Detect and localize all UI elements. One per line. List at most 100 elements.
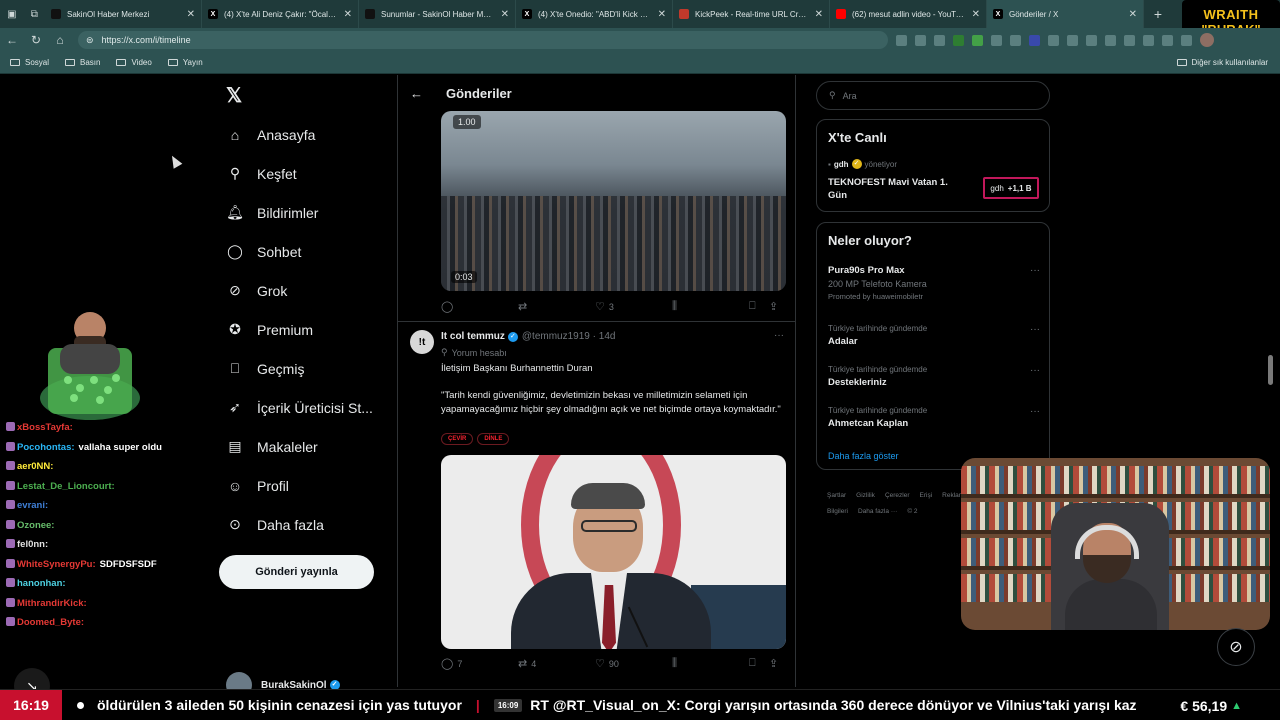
back-arrow-icon[interactable]: ← <box>410 86 424 101</box>
avatar[interactable]: !t <box>410 330 434 354</box>
search-input[interactable]: ⚲ Ara <box>816 81 1050 110</box>
tweet-photo[interactable] <box>441 455 786 649</box>
author-handle[interactable]: @temmuz1919 · 14d <box>522 331 616 342</box>
post-button[interactable]: Gönderi yayınla <box>219 555 374 589</box>
close-tab-icon[interactable]: ✕ <box>815 9 823 20</box>
browser-tab[interactable]: X Gönderiler / X ✕ <box>987 0 1144 28</box>
chat-username[interactable]: MithrandirKick: <box>17 598 87 609</box>
chat-username[interactable]: Pocohontas: <box>17 442 75 453</box>
like-button[interactable]: ♡ 3 <box>595 300 672 313</box>
reply-button[interactable]: ◯ <box>441 300 518 313</box>
chat-username[interactable]: fel0nn: <box>17 539 48 550</box>
bookmark-basin[interactable]: Basın <box>65 58 100 67</box>
browser-tab[interactable]: (62) mesut adlin video - YouTube ✕ <box>830 0 987 28</box>
chat-username[interactable]: evrani: <box>17 500 48 511</box>
more-options-icon[interactable]: ··· <box>1030 406 1040 417</box>
more-options-icon[interactable]: ··· <box>774 330 784 341</box>
bookmark-yayin[interactable]: Yayın <box>167 58 203 67</box>
more-options-icon[interactable]: ··· <box>1030 265 1040 276</box>
tab-list-icon[interactable]: ▣ <box>7 9 16 20</box>
nav-item-daha-fazla[interactable]: ⊙ Daha fazla <box>226 505 373 544</box>
footer-link[interactable]: © 2 <box>907 508 917 515</box>
chat-username[interactable]: Lestat_De_Lioncourt: <box>17 481 115 492</box>
extension-icon[interactable] <box>1086 34 1097 46</box>
extension-icon[interactable] <box>991 34 1002 46</box>
chat-username[interactable]: WhiteSynergyPu: <box>17 559 96 570</box>
bookmark-button[interactable]: ⎕ <box>749 657 769 670</box>
repost-button[interactable]: ⇄ <box>518 300 595 313</box>
extension-icon[interactable] <box>934 34 945 46</box>
extension-icon[interactable] <box>1048 34 1059 46</box>
grok-button-icon[interactable]: ⊘ <box>1217 628 1255 666</box>
new-tab-button[interactable]: + <box>1144 6 1172 22</box>
tweet-video[interactable]: 1.00 0:03 <box>441 111 786 291</box>
footer-link[interactable]: Gizlilik <box>856 492 875 499</box>
extension-icon[interactable] <box>896 34 907 46</box>
nav-item-i-çerik-üreticisi-st-[interactable]: ➶ İçerik Üreticisi St... <box>226 388 373 427</box>
share-button[interactable]: ⇪ <box>769 300 778 313</box>
nav-item-anasayfa[interactable]: ⌂ Anasayfa <box>226 115 373 154</box>
collections-icon[interactable]: ⧉ <box>31 9 38 20</box>
live-host[interactable]: ▪ gdh ✓ yönetiyor <box>828 159 897 169</box>
bookmark-sosyal[interactable]: Sosyal <box>10 58 49 67</box>
chat-username[interactable]: Ozonee: <box>17 520 54 531</box>
home-button-icon[interactable]: ⌂ <box>48 33 72 47</box>
chat-username[interactable]: aer0NN: <box>17 461 53 472</box>
like-button[interactable]: ♡ 90 <box>595 657 672 670</box>
extension-icon[interactable] <box>953 34 964 46</box>
repost-button[interactable]: ⇄ 4 <box>518 657 595 670</box>
chat-username[interactable]: hanonhan: <box>17 578 66 589</box>
close-tab-icon[interactable]: ✕ <box>658 9 666 20</box>
bookmark-button[interactable]: ⎕ <box>749 300 769 313</box>
close-tab-icon[interactable]: ✕ <box>972 9 980 20</box>
live-listener-count[interactable]: gdh +1,1 B <box>983 177 1039 199</box>
trend-item[interactable]: Türkiye tarihinde gündemde Ahmetcan Kapl… <box>828 406 1040 429</box>
trend-item[interactable]: Türkiye tarihinde gündemde Destekleriniz… <box>828 365 1040 388</box>
nav-item-profil[interactable]: ☺ Profil <box>226 466 373 505</box>
footer-link[interactable]: Daha fazla ··· <box>858 508 897 515</box>
close-tab-icon[interactable]: ✕ <box>501 9 509 20</box>
author-name[interactable]: It col temmuz <box>441 331 505 342</box>
extension-icon[interactable] <box>1105 34 1116 46</box>
footer-link[interactable]: Erişi <box>920 492 933 499</box>
browser-tab[interactable]: KickPeek - Real-time URL Crawler ✕ <box>673 0 830 28</box>
extension-icon[interactable] <box>1181 34 1192 46</box>
extension-icon[interactable] <box>1067 34 1078 46</box>
x-logo-icon[interactable]: 𝕏 <box>226 83 246 107</box>
chat-username[interactable]: Doomed_Byte: <box>17 617 84 628</box>
nav-item-premium[interactable]: ✪ Premium <box>226 310 373 349</box>
close-tab-icon[interactable]: ✕ <box>344 9 352 20</box>
reload-icon[interactable]: ↻ <box>24 33 48 47</box>
close-tab-icon[interactable]: ✕ <box>187 9 195 20</box>
views-button[interactable]: ⫼ <box>672 657 749 670</box>
footer-link[interactable]: Şartlar <box>827 492 846 499</box>
extension-icon[interactable] <box>1162 34 1173 46</box>
nav-item-grok[interactable]: ⊘ Grok <box>226 271 373 310</box>
other-bookmarks[interactable]: Diğer sık kullanılanlar <box>1176 58 1268 67</box>
trend-item-promoted[interactable]: Pura90s Pro Max 200 MP Telefoto Kamera P… <box>828 265 1040 301</box>
tab-controls[interactable]: ▣ ⧉ <box>0 0 45 28</box>
back-icon[interactable]: ← <box>0 33 24 47</box>
extension-icon[interactable] <box>1143 34 1154 46</box>
extension-icon[interactable] <box>1010 34 1021 46</box>
extension-icon[interactable] <box>972 34 983 46</box>
extension-icon[interactable] <box>1029 34 1040 46</box>
nav-item-sohbet[interactable]: ◯ Sohbet <box>226 232 373 271</box>
browser-tab[interactable]: Sunumlar - SakinOl Haber Merkezi ✕ <box>359 0 516 28</box>
extension-icon[interactable] <box>915 34 926 46</box>
extension-icon[interactable] <box>1124 34 1135 46</box>
browser-tab[interactable]: X (4) X'te Onedio: "ABD'li Kick yayı ✕ <box>516 0 673 28</box>
trend-item[interactable]: Türkiye tarihinde gündemde Adalar ··· <box>828 324 1040 347</box>
browser-tab[interactable]: SakinOl Haber Merkezi ✕ <box>45 0 202 28</box>
translate-chip[interactable]: ÇEVİR <box>441 433 474 445</box>
more-options-icon[interactable]: ··· <box>1030 365 1040 376</box>
listen-chip[interactable]: DİNLE <box>477 433 510 445</box>
bookmark-video[interactable]: Video <box>116 58 152 67</box>
nav-item-geçmiş[interactable]: ⎕ Geçmiş <box>226 349 373 388</box>
playback-speed[interactable]: 1.00 <box>453 115 481 129</box>
chat-username[interactable]: xBossTayfa: <box>17 422 73 433</box>
live-event-title[interactable]: TEKNOFEST Mavi Vatan 1. Gün <box>828 176 968 202</box>
reply-button[interactable]: ◯ 7 <box>441 657 518 670</box>
profile-avatar-icon[interactable] <box>1200 33 1214 47</box>
nav-item-bildirimler[interactable]: 🔔︎ Bildirimler <box>226 193 373 232</box>
